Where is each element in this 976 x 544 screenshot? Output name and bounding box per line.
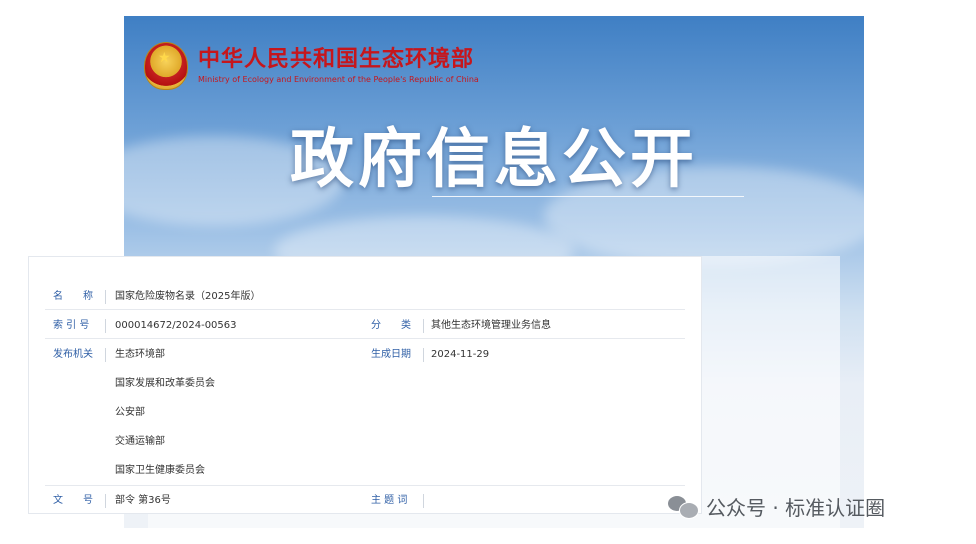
date-value: 2024-11-29 (431, 349, 490, 360)
divider (423, 348, 424, 362)
category-value: 其他生态环境管理业务信息 (431, 320, 551, 331)
name-label: 名 称 (53, 291, 93, 302)
issuer-row: 国家发展和改革委员会 (29, 372, 701, 396)
ministry-logo-text: 中华人民共和国生态环境部 Ministry of Ecology and Env… (198, 47, 479, 85)
row-divider (45, 338, 685, 339)
divider (105, 494, 106, 508)
wechat-watermark: 公众号 · 标准认证圈 (668, 490, 885, 522)
row-divider (45, 309, 685, 310)
watermark-text: 公众号 · 标准认证圈 (706, 495, 886, 520)
subject-label: 主 题 词 (371, 495, 408, 506)
issuer-row: 国家卫生健康委员会 (29, 459, 701, 483)
date-label: 生成日期 (371, 349, 411, 360)
row-divider (45, 485, 685, 486)
issuer-value: 交通运输部 (115, 436, 165, 447)
name-row: 名 称 国家危险废物名录（2025年版） (29, 285, 701, 309)
site-header[interactable]: ★ 中华人民共和国生态环境部 Ministry of Ecology and E… (144, 36, 479, 96)
issuer-label: 发布机关 (53, 349, 93, 360)
index-label: 索 引 号 (53, 320, 90, 331)
national-emblem-icon: ★ (144, 42, 188, 90)
document-info-card: 名 称 国家危险废物名录（2025年版） 索 引 号 000014672/202… (28, 256, 702, 514)
banner-underline (432, 196, 744, 197)
issuer-row: 发布机关 生态环境部 生成日期 2024-11-29 (29, 343, 701, 367)
issuer-value: 生态环境部 (115, 349, 165, 360)
doc-no-value: 部令 第36号 (115, 495, 171, 506)
divider (105, 290, 106, 304)
ministry-name-cn: 中华人民共和国生态环境部 (198, 47, 475, 72)
doc-no-row: 文 号 部令 第36号 主 题 词 (29, 489, 701, 513)
issuer-row: 交通运输部 (29, 430, 701, 454)
doc-no-label: 文 号 (53, 495, 93, 506)
index-row: 索 引 号 000014672/2024-00563 分 类 其他生态环境管理业… (29, 314, 701, 338)
divider (423, 319, 424, 333)
divider (105, 348, 106, 362)
issuer-row: 公安部 (29, 401, 701, 425)
divider (423, 494, 424, 508)
issuer-value: 公安部 (115, 407, 145, 418)
ministry-name-en: Ministry of Ecology and Environment of t… (198, 75, 479, 84)
banner-title: 政府信息公开 (290, 123, 698, 197)
issuer-value: 国家发展和改革委员会 (115, 378, 215, 389)
divider (105, 319, 106, 333)
wechat-icon (668, 494, 699, 519)
category-label: 分 类 (371, 320, 411, 331)
star-icon: ★ (158, 50, 171, 66)
issuer-value: 国家卫生健康委员会 (115, 465, 205, 476)
index-value: 000014672/2024-00563 (115, 320, 237, 331)
name-value: 国家危险废物名录（2025年版） (115, 291, 261, 302)
